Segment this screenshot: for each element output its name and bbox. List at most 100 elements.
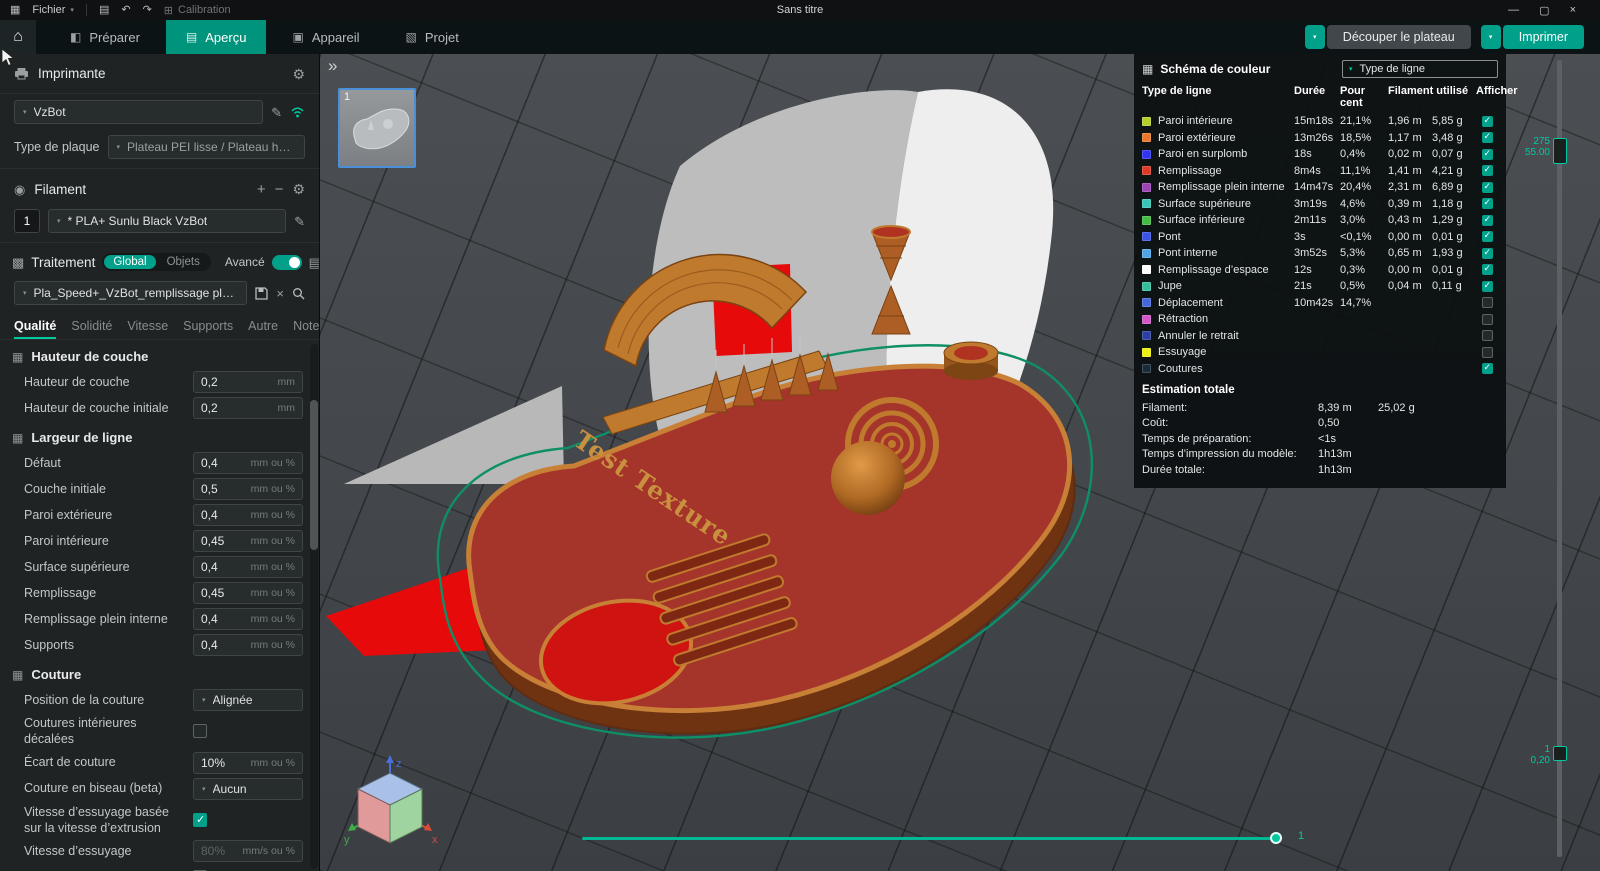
remove-filament-button[interactable]: −	[275, 182, 284, 197]
scope-objects-pill[interactable]: Objets	[158, 255, 209, 269]
slicer-app: ▦ Fichier ▾ ▤ ↶ ↷ ⊞ Calibration Sans tit…	[0, 0, 1600, 871]
file-menu[interactable]: Fichier ▾	[32, 4, 74, 16]
main-tab[interactable]: ▣ Appareil	[272, 20, 379, 54]
setting-input[interactable]: 0,45 mm ou %	[193, 582, 303, 604]
sidebar-scrollbar[interactable]	[310, 344, 318, 869]
preview-3d-viewport[interactable]: Test Texture » 1 ▦ Sc	[320, 54, 1600, 871]
wifi-icon[interactable]	[290, 106, 305, 118]
search-icon[interactable]	[292, 287, 305, 300]
wipe-speed-input[interactable]: 80% mm/s ou %	[193, 840, 303, 862]
filament-select[interactable]: ▾ * PLA+ Sunlu Black VzBot	[48, 209, 286, 233]
settings-scroll-area[interactable]: ▦ Hauteur de couche Hauteur de couche 0,…	[0, 336, 319, 871]
filament-number-badge[interactable]: 1	[14, 209, 40, 233]
scope-global-pill[interactable]: Global	[104, 255, 155, 269]
printer-gear-icon[interactable]: ⚙	[292, 67, 305, 81]
advanced-toggle[interactable]	[272, 255, 302, 270]
staggered-seam-checkbox[interactable]	[193, 724, 207, 738]
show-line-type-checkbox[interactable]	[1482, 182, 1493, 193]
tab-label: Préparer	[89, 30, 140, 45]
edit-printer-icon[interactable]: ✎	[271, 106, 282, 119]
setting-input[interactable]: 0,45 mm ou %	[193, 530, 303, 552]
show-line-type-checkbox[interactable]	[1482, 264, 1493, 275]
show-line-type-checkbox[interactable]	[1482, 297, 1493, 308]
seam-position-select[interactable]: ▾ Alignée	[193, 689, 303, 711]
calibration-menu[interactable]: ⊞ Calibration	[164, 4, 231, 17]
setting-label: Coutures intérieures décalées	[24, 715, 193, 748]
move-slider-handle[interactable]	[1270, 832, 1282, 844]
line-type-swatch	[1142, 315, 1151, 324]
settings-sidebar: Imprimante ⚙ ▾ VzBot ✎ Type de plaque ▾ …	[0, 54, 320, 871]
slice-options-button[interactable]: ▾	[1305, 25, 1325, 49]
setting-input[interactable]: 0,2 mm	[193, 397, 303, 419]
setting-input[interactable]: 0,4 mm ou %	[193, 634, 303, 656]
maximize-button[interactable]: ▢	[1539, 4, 1549, 17]
main-tab[interactable]: ◧ Préparer	[50, 20, 160, 54]
wipe-speed-checkbox[interactable]	[193, 813, 207, 827]
undo-icon[interactable]: ↶	[121, 5, 130, 16]
main-tab[interactable]: ▤ Aperçu	[166, 20, 267, 54]
add-filament-button[interactable]: +	[257, 182, 266, 197]
show-line-type-checkbox[interactable]	[1482, 363, 1493, 374]
printer-select[interactable]: ▾ VzBot	[14, 100, 263, 124]
main-tab[interactable]: ▧ Projet	[386, 20, 479, 54]
printer-section-title: Imprimante	[38, 66, 106, 81]
process-preset-name: Pla_Speed+_VzBot_remplissage plei...	[34, 286, 239, 300]
line-type-percent: 0,3%	[1340, 264, 1388, 276]
seam-section-title: ▦ Couture	[0, 658, 319, 687]
show-line-type-checkbox[interactable]	[1482, 248, 1493, 259]
setting-input[interactable]: 0,5 mm ou %	[193, 478, 303, 500]
show-line-type-checkbox[interactable]	[1482, 347, 1493, 358]
model-cylinder	[944, 342, 998, 380]
layer-slider-top-handle[interactable]	[1553, 138, 1567, 164]
layer-slider-track[interactable]	[1557, 60, 1562, 857]
navigation-cube[interactable]: z y x	[342, 751, 442, 855]
slice-plate-button[interactable]: Découper le plateau	[1327, 25, 1471, 49]
close-button[interactable]: ×	[1570, 4, 1576, 17]
show-line-type-checkbox[interactable]	[1482, 149, 1493, 160]
setting-label: Position de la couture	[24, 692, 193, 708]
show-line-type-checkbox[interactable]	[1482, 231, 1493, 242]
minimize-button[interactable]: —	[1508, 4, 1519, 17]
plate-type-select[interactable]: ▾ Plateau PEI lisse / Plateau haut...	[108, 135, 306, 159]
legend-row: Coutures	[1142, 361, 1498, 378]
print-button[interactable]: Imprimer	[1503, 25, 1584, 49]
clear-preset-icon[interactable]: ×	[276, 287, 284, 300]
scrollbar-thumb[interactable]	[310, 400, 318, 550]
process-preset-select[interactable]: ▾ Pla_Speed+_VzBot_remplissage plei...	[14, 281, 247, 305]
show-line-type-checkbox[interactable]	[1482, 330, 1493, 341]
parameter-table-icon[interactable]: ▤	[309, 256, 320, 269]
estimate-label: Temps de préparation:	[1142, 433, 1318, 445]
chevron-down-icon: ▾	[1349, 65, 1353, 73]
print-options-button[interactable]: ▾	[1481, 25, 1501, 49]
show-line-type-checkbox[interactable]	[1482, 215, 1493, 226]
show-line-type-checkbox[interactable]	[1482, 314, 1493, 325]
show-line-type-checkbox[interactable]	[1482, 281, 1493, 292]
top-layer-number: 275	[1525, 136, 1550, 147]
plate-thumbnail[interactable]: 1	[338, 88, 416, 168]
layer-slider-bottom-handle[interactable]	[1553, 746, 1567, 761]
move-slider-label: 1	[1298, 830, 1304, 842]
scarf-seam-select[interactable]: ▾ Aucun	[193, 778, 303, 800]
line-type-meters: 1,96 m	[1388, 115, 1432, 127]
redo-icon[interactable]: ↷	[143, 5, 152, 16]
layer-slider-top-label: 275 55.00	[1525, 136, 1550, 158]
save-preset-icon[interactable]	[255, 287, 268, 300]
seam-gap-input[interactable]: 10% mm ou %	[193, 752, 303, 774]
show-line-type-checkbox[interactable]	[1482, 198, 1493, 209]
setting-input[interactable]: 0,4 mm ou %	[193, 608, 303, 630]
view-type-select[interactable]: ▾ Type de ligne	[1342, 60, 1498, 78]
edit-filament-icon[interactable]: ✎	[294, 215, 305, 228]
setting-input[interactable]: 0,4 mm ou %	[193, 452, 303, 474]
document-icon[interactable]: ▤	[99, 5, 109, 16]
show-line-type-checkbox[interactable]	[1482, 165, 1493, 176]
filament-gear-icon[interactable]: ⚙	[292, 182, 305, 196]
move-slider[interactable]	[582, 837, 1282, 840]
sidebar-collapse-icon[interactable]: »	[328, 56, 337, 76]
line-type-swatch	[1142, 150, 1151, 159]
printer-icon	[14, 67, 29, 80]
setting-input[interactable]: 0,2 mm	[193, 371, 303, 393]
show-line-type-checkbox[interactable]	[1482, 116, 1493, 127]
setting-input[interactable]: 0,4 mm ou %	[193, 504, 303, 526]
setting-input[interactable]: 0,4 mm ou %	[193, 556, 303, 578]
show-line-type-checkbox[interactable]	[1482, 132, 1493, 143]
